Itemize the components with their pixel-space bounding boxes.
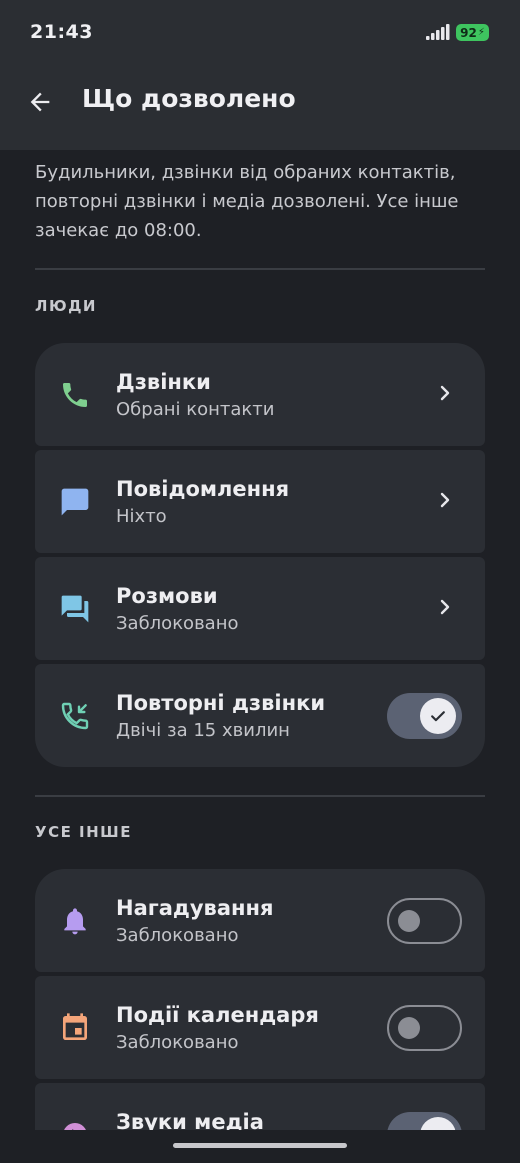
chevron-right-icon bbox=[440, 385, 450, 401]
calendar-events-toggle[interactable] bbox=[387, 1005, 462, 1051]
item-title: Нагадування bbox=[116, 896, 274, 920]
back-button[interactable] bbox=[22, 84, 58, 120]
item-title: Розмови bbox=[116, 584, 218, 608]
phone-icon bbox=[63, 383, 87, 407]
calendar-icon bbox=[63, 1013, 87, 1040]
battery-indicator: 92 ⚡ bbox=[456, 24, 489, 41]
bell-icon bbox=[64, 908, 86, 935]
item-subtitle: Обрані контакти bbox=[116, 399, 275, 420]
conversation-icon bbox=[61, 595, 89, 623]
list-item-reminders[interactable]: Нагадування Заблоковано bbox=[35, 869, 485, 972]
section-label-other: УСЕ ІНШЕ bbox=[35, 823, 132, 841]
divider bbox=[35, 795, 485, 797]
charging-icon: ⚡ bbox=[477, 26, 485, 38]
divider bbox=[35, 268, 485, 270]
list-item-calendar-events[interactable]: Події календаря Заблоковано bbox=[35, 976, 485, 1079]
arrow-back-icon bbox=[30, 92, 50, 112]
item-subtitle: Заблоковано bbox=[116, 1032, 239, 1053]
list-item-repeat-calls[interactable]: Повторні дзвінки Двічі за 15 хвилин bbox=[35, 664, 485, 767]
section-label-people: ЛЮДИ bbox=[35, 297, 97, 315]
item-title: Повторні дзвінки bbox=[116, 691, 326, 715]
home-indicator[interactable] bbox=[173, 1143, 347, 1148]
chevron-right-icon bbox=[440, 599, 450, 615]
item-title: Повідомлення bbox=[116, 477, 290, 501]
status-time: 21:43 bbox=[30, 21, 93, 43]
item-title: Дзвінки bbox=[116, 370, 211, 394]
app-bar: Що дозволено bbox=[0, 66, 520, 150]
chevron-right-icon bbox=[440, 492, 450, 508]
list-item-messages[interactable]: Повідомлення Ніхто bbox=[35, 450, 485, 553]
item-subtitle: Заблоковано bbox=[116, 925, 239, 946]
item-subtitle: Ніхто bbox=[116, 506, 167, 527]
toggle-knob bbox=[398, 910, 420, 932]
status-bar: 21:43 92 ⚡ bbox=[0, 0, 520, 66]
toggle-knob bbox=[420, 698, 456, 734]
message-icon bbox=[61, 488, 89, 516]
screen: 21:43 92 ⚡ Що дозволено Будильники, дзві… bbox=[0, 0, 520, 1163]
item-subtitle: Двічі за 15 хвилин bbox=[116, 720, 290, 741]
list-item-conversations[interactable]: Розмови Заблоковано bbox=[35, 557, 485, 660]
item-subtitle: Заблоковано bbox=[116, 613, 239, 634]
repeat-calls-toggle[interactable] bbox=[387, 693, 462, 739]
list-item-calls[interactable]: Дзвінки Обрані контакти bbox=[35, 343, 485, 446]
signal-icon bbox=[426, 24, 450, 40]
phone-missed-icon bbox=[61, 702, 89, 730]
check-icon bbox=[431, 711, 445, 722]
battery-level: 92 bbox=[460, 25, 477, 40]
toggle-knob bbox=[398, 1017, 420, 1039]
description-text: Будильники, дзвінки від обраних контакті… bbox=[35, 162, 459, 241]
item-title: Події календаря bbox=[116, 1003, 319, 1027]
reminders-toggle[interactable] bbox=[387, 898, 462, 944]
page-title: Що дозволено bbox=[82, 84, 296, 113]
